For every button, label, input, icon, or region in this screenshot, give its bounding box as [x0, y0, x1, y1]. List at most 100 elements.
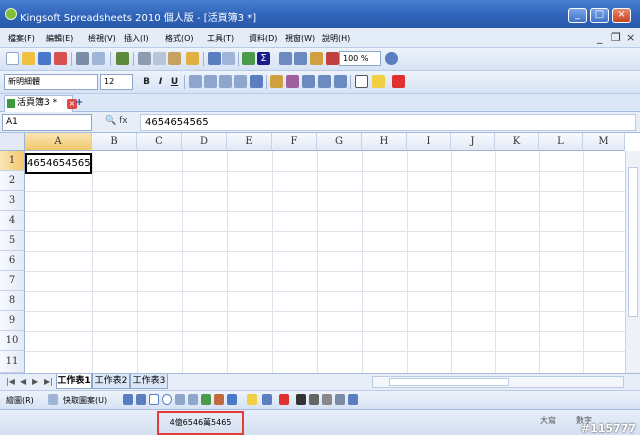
menu-view[interactable]: 檢視(V) — [88, 33, 116, 44]
next-sheet-icon[interactable]: ▶ — [32, 377, 38, 386]
decrease-decimal-icon[interactable] — [334, 75, 347, 88]
undo-icon[interactable] — [208, 52, 221, 65]
copy-icon[interactable] — [153, 52, 166, 65]
spellcheck-icon[interactable] — [116, 52, 129, 65]
diagram-icon[interactable] — [227, 394, 237, 405]
line-icon[interactable] — [123, 394, 133, 405]
rectangle-icon[interactable] — [149, 394, 159, 405]
format-painter-icon[interactable] — [186, 52, 199, 65]
menu-help[interactable]: 說明(H) — [322, 33, 350, 44]
menu-tools[interactable]: 工具(T) — [207, 33, 234, 44]
column-header-l[interactable]: L — [539, 133, 583, 151]
print-preview-icon[interactable] — [92, 52, 105, 65]
menu-format[interactable]: 格式(O) — [165, 33, 194, 44]
align-right-icon[interactable] — [219, 75, 232, 88]
picture-icon[interactable] — [214, 394, 224, 405]
doc-tab-workbook3[interactable]: 活頁簿3 * × — [4, 95, 77, 112]
align-center-icon[interactable] — [204, 75, 217, 88]
column-header-m[interactable]: M — [583, 133, 625, 151]
row-header-5[interactable]: 5 — [0, 231, 25, 251]
row-header-10[interactable]: 10 — [0, 331, 25, 351]
shadow-icon[interactable] — [335, 394, 345, 405]
arrow-icon[interactable] — [136, 394, 146, 405]
column-header-i[interactable]: I — [407, 133, 451, 151]
arrow-style-icon[interactable] — [322, 394, 332, 405]
thousands-icon[interactable] — [302, 75, 315, 88]
zoom-select[interactable]: 100 % — [339, 51, 381, 66]
line-color-icon[interactable] — [262, 394, 272, 405]
shape-fill-icon[interactable] — [247, 394, 257, 405]
distributed-align-icon[interactable] — [250, 75, 263, 88]
chart-icon[interactable] — [326, 52, 339, 65]
row-header-9[interactable]: 9 — [0, 311, 25, 331]
open-folder-icon[interactable] — [22, 52, 35, 65]
doc-restore-button[interactable]: ❐ — [611, 31, 621, 44]
cell-a1[interactable]: 4654654565 — [25, 153, 92, 174]
fill-color-icon[interactable] — [372, 75, 385, 88]
scroll-thumb[interactable] — [628, 167, 638, 317]
horizontal-scrollbar[interactable] — [372, 376, 624, 388]
3d-icon[interactable] — [348, 394, 358, 405]
doc-minimize-button[interactable]: _ — [597, 31, 603, 44]
menu-window[interactable]: 視窗(W) — [285, 33, 315, 44]
font-color-icon[interactable] — [392, 75, 405, 88]
sort-asc-icon[interactable] — [279, 52, 292, 65]
cut-icon[interactable] — [138, 52, 151, 65]
draw-font-color-icon[interactable] — [279, 394, 289, 405]
vertical-scrollbar[interactable] — [625, 151, 640, 373]
sort-desc-icon[interactable] — [294, 52, 307, 65]
dash-style-icon[interactable] — [309, 394, 319, 405]
vertical-textbox-icon[interactable] — [188, 394, 198, 405]
select-arrow-icon[interactable] — [48, 394, 58, 405]
prev-sheet-icon[interactable]: ◀ — [20, 377, 26, 386]
column-header-h[interactable]: H — [362, 133, 407, 151]
formula-input[interactable]: 4654654565 — [140, 114, 636, 131]
autosum-icon[interactable]: Σ — [257, 52, 270, 65]
clipart-icon[interactable] — [201, 394, 211, 405]
save-icon[interactable] — [38, 52, 51, 65]
menu-file[interactable]: 檔案(F) — [8, 33, 35, 44]
new-tab-icon[interactable]: + — [75, 97, 83, 108]
currency-icon[interactable] — [270, 75, 283, 88]
name-box[interactable]: A1 — [2, 114, 92, 131]
italic-button[interactable]: I — [155, 76, 166, 88]
borders-icon[interactable] — [355, 75, 368, 88]
menu-edit[interactable]: 編輯(E) — [46, 33, 73, 44]
column-header-f[interactable]: F — [272, 133, 317, 151]
minimize-button[interactable]: _ — [568, 8, 587, 23]
hyperlink-icon[interactable] — [242, 52, 255, 65]
row-header-4[interactable]: 4 — [0, 211, 25, 231]
textbox-icon[interactable] — [175, 394, 185, 405]
maximize-button[interactable]: □ — [590, 8, 609, 23]
bold-button[interactable]: B — [141, 76, 152, 88]
font-select[interactable]: 新明細體 — [4, 74, 98, 90]
row-header-1[interactable]: 1 — [0, 151, 25, 171]
column-header-g[interactable]: G — [317, 133, 362, 151]
column-header-j[interactable]: J — [451, 133, 495, 151]
row-header-8[interactable]: 8 — [0, 291, 25, 311]
paste-icon[interactable] — [168, 52, 181, 65]
autoshapes-button[interactable]: 快取圖案(U) — [63, 395, 107, 406]
row-header-6[interactable]: 6 — [0, 251, 25, 271]
underline-button[interactable]: U — [169, 76, 180, 88]
first-sheet-icon[interactable]: |◀ — [6, 377, 15, 386]
scroll-thumb[interactable] — [389, 378, 509, 386]
menu-insert[interactable]: 插入(I) — [124, 33, 149, 44]
doc-close-button[interactable]: × — [626, 31, 635, 44]
sheet-tab-3[interactable]: 工作表3 — [130, 374, 168, 389]
help-icon[interactable] — [385, 52, 398, 65]
percent-icon[interactable] — [286, 75, 299, 88]
align-left-icon[interactable] — [189, 75, 202, 88]
column-header-k[interactable]: K — [495, 133, 539, 151]
row-header-11[interactable]: 11 — [0, 351, 25, 373]
column-header-a[interactable]: A — [25, 133, 92, 151]
pdf-export-icon[interactable] — [54, 52, 67, 65]
column-header-b[interactable]: B — [92, 133, 137, 151]
draw-menu-button[interactable]: 繪圖(R) — [6, 395, 34, 406]
sheet-tab-1[interactable]: 工作表1 — [56, 374, 92, 389]
column-header-c[interactable]: C — [137, 133, 182, 151]
line-style-icon[interactable] — [296, 394, 306, 405]
menu-data[interactable]: 資料(D) — [249, 33, 277, 44]
close-button[interactable]: × — [612, 8, 631, 23]
row-header-7[interactable]: 7 — [0, 271, 25, 291]
